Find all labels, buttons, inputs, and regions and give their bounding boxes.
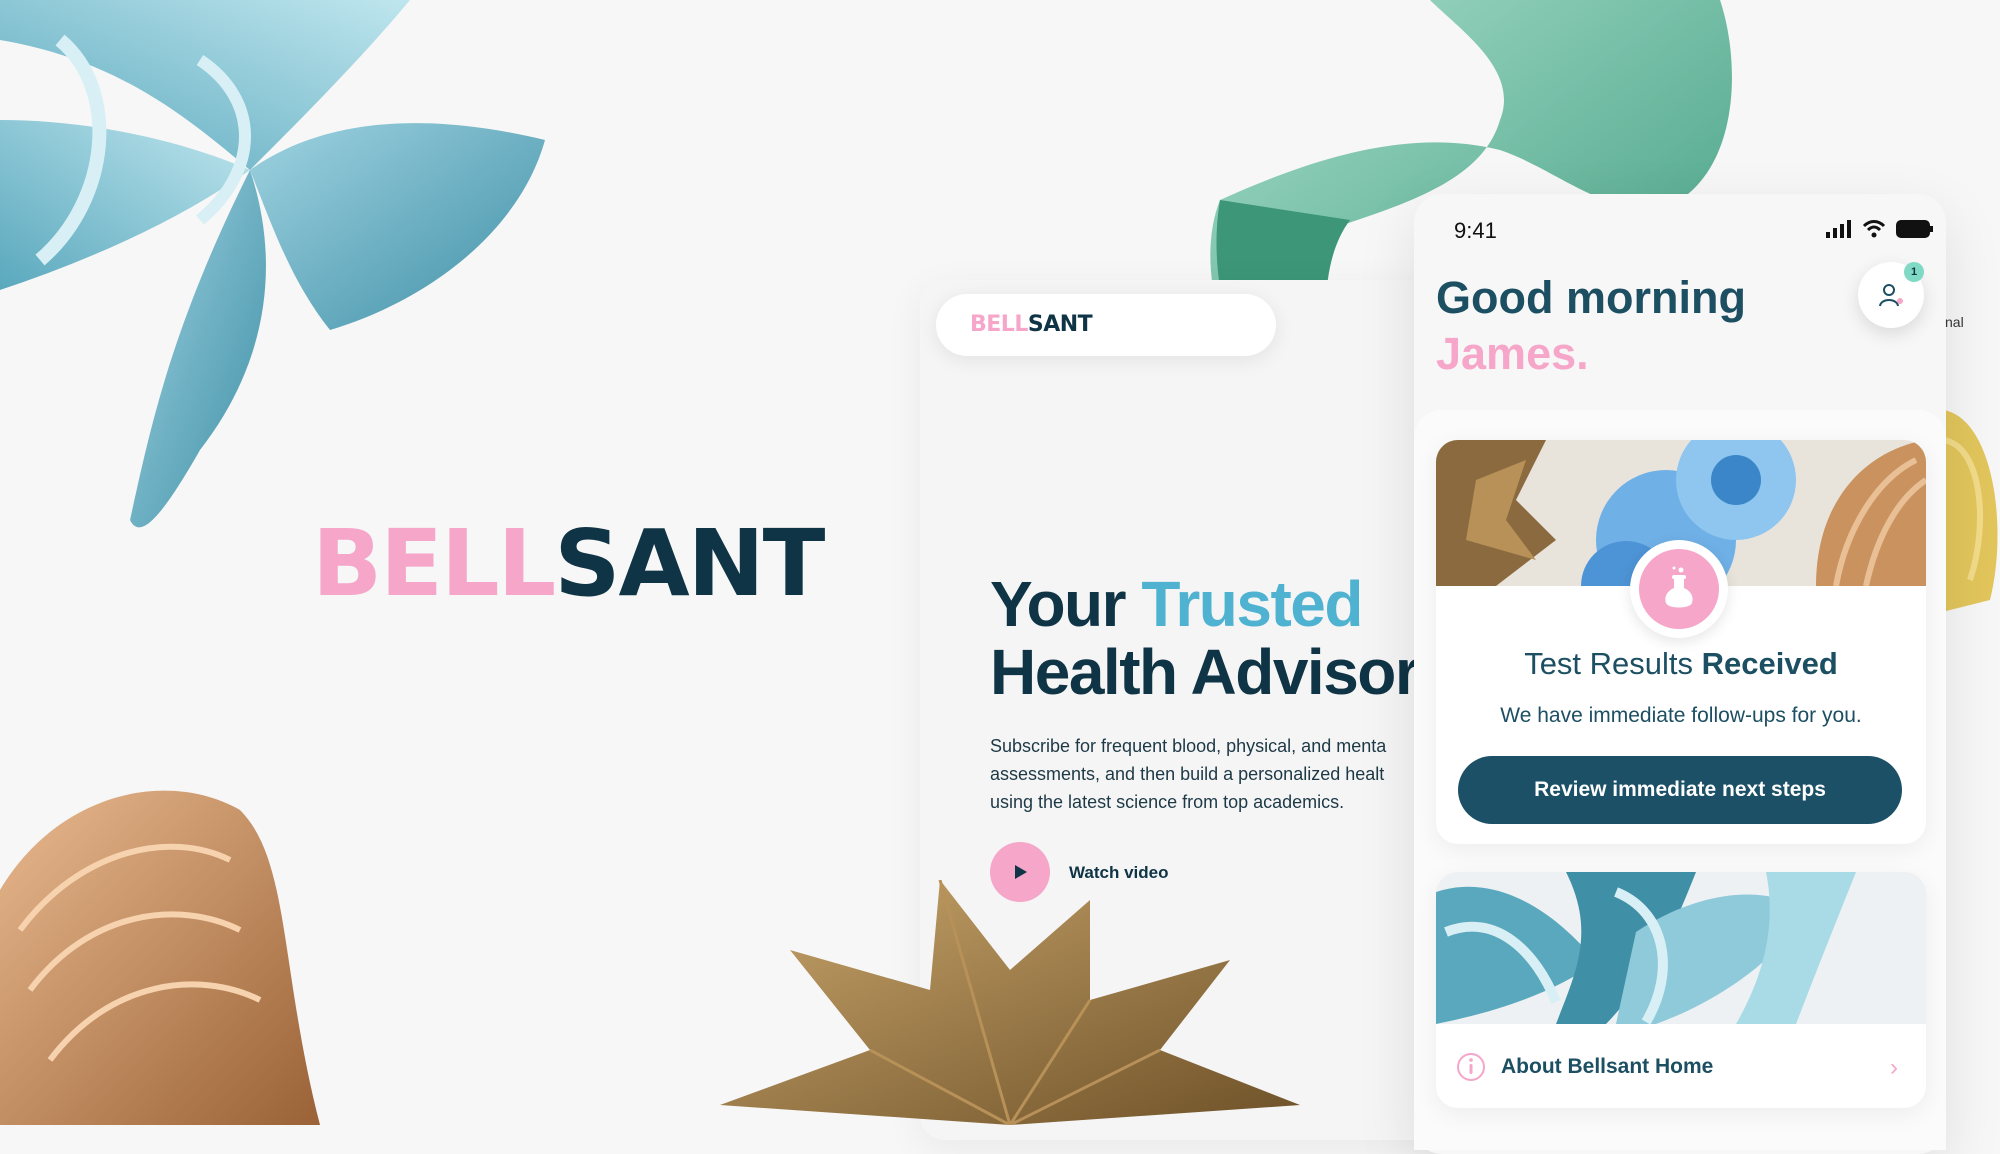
chevron-right-icon[interactable]: › xyxy=(1890,1054,1898,1082)
about-bellsant-label: About Bellsant Home xyxy=(1501,1055,1714,1078)
hero-text-line3: using the latest science from top academ… xyxy=(990,792,1345,812)
review-next-steps-button[interactable]: Review immediate next steps xyxy=(1458,756,1902,824)
hero-text-line1: Subscribe for frequent blood, physical, … xyxy=(990,736,1387,756)
bronze-sculpture-decoration xyxy=(0,790,320,1125)
website-preview-card xyxy=(920,280,1480,1140)
brand-logo-part2: SANT xyxy=(554,510,825,617)
greeting-name: James. xyxy=(1436,328,1589,379)
flask-icon xyxy=(1665,566,1693,608)
test-results-icon-badge xyxy=(1630,540,1728,638)
signal-icon xyxy=(1826,220,1851,238)
brand-logo: BELLSANT xyxy=(312,518,825,610)
hero-title-accent: Trusted xyxy=(1141,568,1363,640)
website-nav-logo[interactable]: BELLSANT xyxy=(970,312,1093,337)
hero-text-line2: assessments, and then build a personaliz… xyxy=(990,764,1385,784)
play-video-button[interactable] xyxy=(990,842,1050,902)
notification-badge: 1 xyxy=(1904,262,1924,282)
hero-title: Your Trusted Health Advisor xyxy=(990,568,1420,708)
test-results-subtitle: We have immediate follow-ups for you. xyxy=(1500,704,1862,727)
hero-title-line2: Health Advisor xyxy=(990,636,1420,708)
blue-sculpture-decoration xyxy=(0,0,545,528)
watch-video-link[interactable]: Watch video xyxy=(1069,863,1169,883)
status-icons xyxy=(1826,220,1936,240)
battery-icon xyxy=(1896,220,1933,238)
nav-logo-part2: SANT xyxy=(1027,312,1093,337)
info-icon xyxy=(1457,1053,1485,1081)
brand-logo-part1: BELL xyxy=(312,510,556,617)
result-title-regular: Test Results xyxy=(1524,646,1694,681)
hero-description: Subscribe for frequent blood, physical, … xyxy=(990,732,1410,816)
result-icon-circle xyxy=(1639,549,1719,629)
status-time: 9:41 xyxy=(1454,218,1497,243)
result-title-bold: Received xyxy=(1701,646,1838,681)
about-banner-image xyxy=(1436,872,1926,1024)
hero-title-word1: Your xyxy=(990,568,1127,640)
wifi-icon xyxy=(1862,220,1886,238)
test-results-title: Test Results Received xyxy=(1436,646,1926,682)
user-icon xyxy=(1879,284,1903,307)
nav-logo-part1: BELL xyxy=(970,312,1028,337)
next-card-peek-text: nal xyxy=(1945,314,1964,330)
greeting-line1: Good morning xyxy=(1436,272,1746,323)
play-icon xyxy=(1015,865,1027,879)
greeting: Good morning James. xyxy=(1436,270,1746,382)
